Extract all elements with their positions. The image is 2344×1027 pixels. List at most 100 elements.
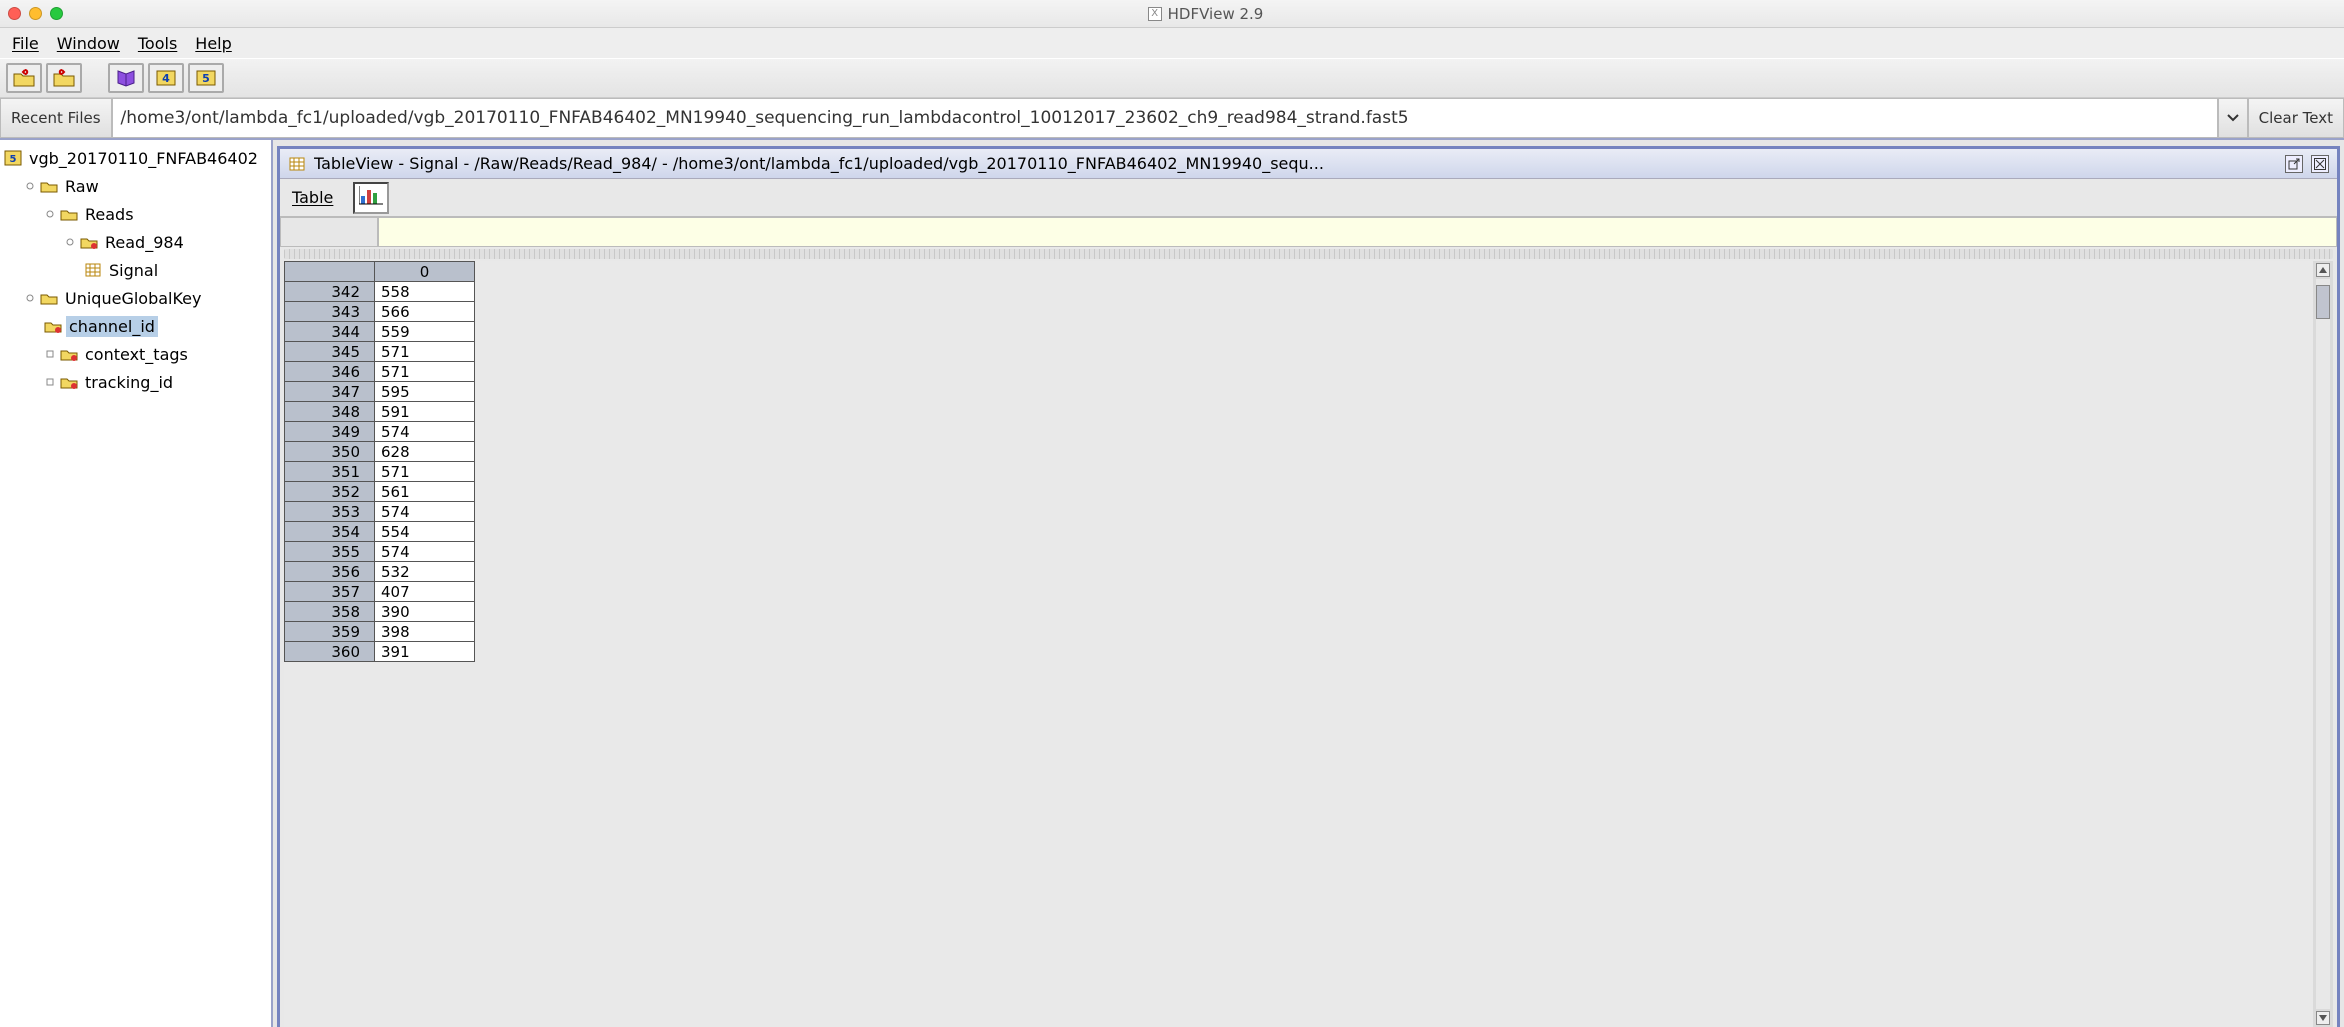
tree-root[interactable]: 5 vgb_20170110_FNFAB46402 — [2, 144, 269, 172]
open-file-button[interactable] — [6, 63, 42, 93]
cell-value[interactable]: 566 — [375, 302, 475, 322]
tree-node-ugk[interactable]: UniqueGlobalKey — [2, 284, 269, 312]
cell-value[interactable]: 571 — [375, 362, 475, 382]
cell-value[interactable]: 591 — [375, 402, 475, 422]
cell-value[interactable]: 559 — [375, 322, 475, 342]
help-button[interactable] — [108, 63, 144, 93]
toggle-icon[interactable] — [44, 208, 56, 220]
row-header[interactable]: 352 — [285, 482, 375, 502]
tree-node-reads[interactable]: Reads — [2, 200, 269, 228]
menu-file[interactable]: File — [12, 34, 39, 53]
hdf4-button[interactable]: 4 — [148, 63, 184, 93]
tree-node-channel-id[interactable]: channel_id — [2, 312, 269, 340]
tree-node-context-tags[interactable]: context_tags — [2, 340, 269, 368]
table-row[interactable]: 342558 — [285, 282, 475, 302]
toggle-icon[interactable] — [64, 236, 76, 248]
cell-value[interactable]: 595 — [375, 382, 475, 402]
row-header[interactable]: 353 — [285, 502, 375, 522]
row-header[interactable]: 346 — [285, 362, 375, 382]
cell-ref-box[interactable] — [280, 217, 378, 247]
cell-value[interactable]: 558 — [375, 282, 475, 302]
row-header[interactable]: 356 — [285, 562, 375, 582]
row-header[interactable]: 351 — [285, 462, 375, 482]
close-icon[interactable] — [8, 7, 21, 20]
tableview-titlebar[interactable]: TableView - Signal - /Raw/Reads/Read_984… — [280, 149, 2337, 179]
cell-value[interactable]: 571 — [375, 462, 475, 482]
chart-button[interactable] — [353, 182, 389, 214]
row-header[interactable]: 344 — [285, 322, 375, 342]
table-row[interactable]: 357407 — [285, 582, 475, 602]
toggle-icon[interactable] — [24, 292, 36, 304]
scroll-up-icon[interactable] — [2316, 263, 2330, 277]
col-header-0[interactable]: 0 — [375, 262, 475, 282]
table-row[interactable]: 356532 — [285, 562, 475, 582]
toggle-closed-icon[interactable] — [44, 348, 56, 360]
row-header[interactable]: 343 — [285, 302, 375, 322]
row-header[interactable]: 348 — [285, 402, 375, 422]
scroll-down-icon[interactable] — [2316, 1011, 2330, 1025]
table-row[interactable]: 355574 — [285, 542, 475, 562]
close-inner-icon[interactable] — [2311, 155, 2329, 173]
menu-window[interactable]: Window — [57, 34, 120, 53]
row-header[interactable]: 357 — [285, 582, 375, 602]
minimize-icon[interactable] — [29, 7, 42, 20]
object-tree[interactable]: 5 vgb_20170110_FNFAB46402 Raw Reads — [0, 140, 271, 400]
table-row[interactable]: 344559 — [285, 322, 475, 342]
table-row[interactable]: 351571 — [285, 462, 475, 482]
cell-value[interactable]: 407 — [375, 582, 475, 602]
data-table-area[interactable]: 0 34255834356634455934557134657134759534… — [284, 261, 2313, 1027]
toggle-closed-icon[interactable] — [44, 376, 56, 388]
corner-cell[interactable] — [285, 262, 375, 282]
table-row[interactable]: 360391 — [285, 642, 475, 662]
cell-value[interactable]: 574 — [375, 502, 475, 522]
tree-node-raw[interactable]: Raw — [2, 172, 269, 200]
row-header[interactable]: 350 — [285, 442, 375, 462]
maximize-inner-icon[interactable] — [2285, 155, 2303, 173]
toggle-icon[interactable] — [24, 180, 36, 192]
table-menu[interactable]: Table — [292, 188, 333, 207]
table-row[interactable]: 348591 — [285, 402, 475, 422]
cell-value[interactable]: 574 — [375, 422, 475, 442]
row-header[interactable]: 345 — [285, 342, 375, 362]
cell-value[interactable]: 554 — [375, 522, 475, 542]
row-header[interactable]: 360 — [285, 642, 375, 662]
cell-value[interactable]: 628 — [375, 442, 475, 462]
scroll-track[interactable] — [2316, 279, 2330, 1009]
cell-value[interactable]: 571 — [375, 342, 475, 362]
vertical-scrollbar[interactable] — [2313, 261, 2333, 1027]
row-header[interactable]: 359 — [285, 622, 375, 642]
tree-node-read984[interactable]: Read_984 — [2, 228, 269, 256]
tree-node-tracking-id[interactable]: tracking_id — [2, 368, 269, 396]
cell-value[interactable]: 391 — [375, 642, 475, 662]
table-row[interactable]: 347595 — [285, 382, 475, 402]
file-path-input[interactable]: /home3/ont/lambda_fc1/uploaded/vgb_20170… — [112, 98, 2218, 138]
maximize-icon[interactable] — [50, 7, 63, 20]
close-file-button[interactable] — [46, 63, 82, 93]
row-header[interactable]: 342 — [285, 282, 375, 302]
cell-value[interactable]: 561 — [375, 482, 475, 502]
table-row[interactable]: 353574 — [285, 502, 475, 522]
row-header[interactable]: 347 — [285, 382, 375, 402]
path-dropdown-button[interactable] — [2218, 98, 2248, 138]
cell-value[interactable]: 390 — [375, 602, 475, 622]
table-row[interactable]: 352561 — [285, 482, 475, 502]
row-header[interactable]: 349 — [285, 422, 375, 442]
menu-tools[interactable]: Tools — [138, 34, 177, 53]
table-row[interactable]: 350628 — [285, 442, 475, 462]
hdf5-button[interactable]: 5 — [188, 63, 224, 93]
formula-bar[interactable] — [378, 217, 2337, 247]
table-row[interactable]: 354554 — [285, 522, 475, 542]
menu-help[interactable]: Help — [195, 34, 231, 53]
row-header[interactable]: 355 — [285, 542, 375, 562]
cell-value[interactable]: 532 — [375, 562, 475, 582]
cell-value[interactable]: 574 — [375, 542, 475, 562]
table-row[interactable]: 346571 — [285, 362, 475, 382]
table-row[interactable]: 345571 — [285, 342, 475, 362]
table-row[interactable]: 349574 — [285, 422, 475, 442]
tree-node-signal[interactable]: Signal — [2, 256, 269, 284]
scroll-thumb[interactable] — [2316, 285, 2330, 319]
table-row[interactable]: 343566 — [285, 302, 475, 322]
table-row[interactable]: 358390 — [285, 602, 475, 622]
row-header[interactable]: 354 — [285, 522, 375, 542]
table-row[interactable]: 359398 — [285, 622, 475, 642]
